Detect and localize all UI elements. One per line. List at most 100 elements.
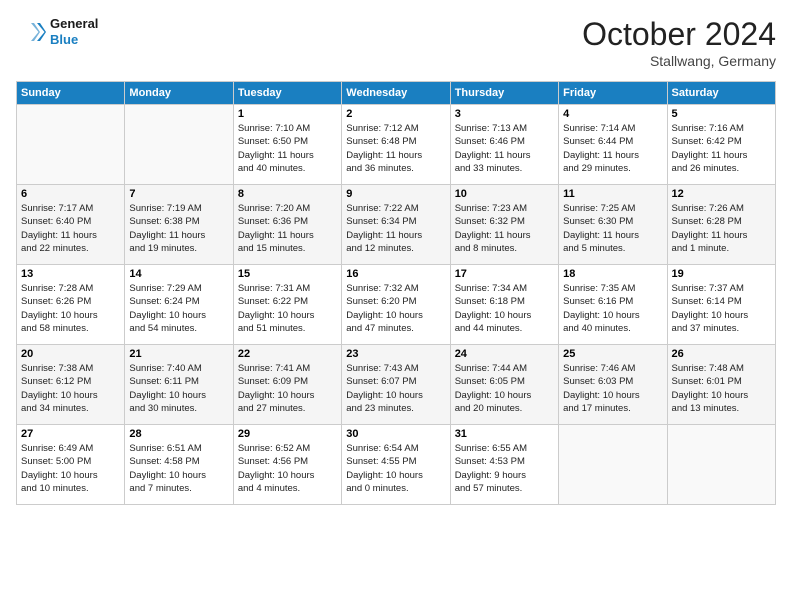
day-number: 21 bbox=[129, 348, 228, 360]
day-number: 6 bbox=[21, 188, 120, 200]
day-number: 1 bbox=[238, 108, 337, 120]
day-info: Sunrise: 6:55 AM Sunset: 4:53 PM Dayligh… bbox=[455, 442, 554, 495]
calendar-week-row: 1 Sunrise: 7:10 AM Sunset: 6:50 PM Daylig… bbox=[17, 105, 776, 185]
calendar-cell: 31 Sunrise: 6:55 AM Sunset: 4:53 PM Dayli… bbox=[450, 425, 558, 505]
logo-text: General Blue bbox=[50, 16, 98, 47]
day-number: 5 bbox=[672, 108, 771, 120]
weekday-header-cell: Tuesday bbox=[233, 82, 341, 105]
day-info: Sunrise: 7:34 AM Sunset: 6:18 PM Dayligh… bbox=[455, 282, 554, 335]
calendar-cell: 27 Sunrise: 6:49 AM Sunset: 5:00 PM Dayli… bbox=[17, 425, 125, 505]
calendar-cell: 26 Sunrise: 7:48 AM Sunset: 6:01 PM Dayli… bbox=[667, 345, 775, 425]
day-info: Sunrise: 6:52 AM Sunset: 4:56 PM Dayligh… bbox=[238, 442, 337, 495]
calendar-cell: 29 Sunrise: 6:52 AM Sunset: 4:56 PM Dayli… bbox=[233, 425, 341, 505]
day-info: Sunrise: 6:49 AM Sunset: 5:00 PM Dayligh… bbox=[21, 442, 120, 495]
calendar-cell: 1 Sunrise: 7:10 AM Sunset: 6:50 PM Daylig… bbox=[233, 105, 341, 185]
day-info: Sunrise: 7:43 AM Sunset: 6:07 PM Dayligh… bbox=[346, 362, 445, 415]
title-section: October 2024 Stallwang, Germany bbox=[582, 16, 776, 69]
day-number: 7 bbox=[129, 188, 228, 200]
day-number: 15 bbox=[238, 268, 337, 280]
calendar-cell: 14Sunrise: 7:29 AM Sunset: 6:24 PM Dayli… bbox=[125, 265, 233, 345]
calendar-week-row: 13Sunrise: 7:28 AM Sunset: 6:26 PM Dayli… bbox=[17, 265, 776, 345]
calendar-cell: 13Sunrise: 7:28 AM Sunset: 6:26 PM Dayli… bbox=[17, 265, 125, 345]
calendar-cell: 11Sunrise: 7:25 AM Sunset: 6:30 PM Dayli… bbox=[559, 185, 667, 265]
day-info: Sunrise: 7:13 AM Sunset: 6:46 PM Dayligh… bbox=[455, 122, 554, 175]
day-info: Sunrise: 7:16 AM Sunset: 6:42 PM Dayligh… bbox=[672, 122, 771, 175]
day-info: Sunrise: 7:22 AM Sunset: 6:34 PM Dayligh… bbox=[346, 202, 445, 255]
calendar-cell: 16 Sunrise: 7:32 AM Sunset: 6:20 PM Dayli… bbox=[342, 265, 450, 345]
day-info: Sunrise: 7:37 AM Sunset: 6:14 PM Dayligh… bbox=[672, 282, 771, 335]
day-number: 16 bbox=[346, 268, 445, 280]
location-title: Stallwang, Germany bbox=[582, 53, 776, 69]
day-number: 2 bbox=[346, 108, 445, 120]
day-info: Sunrise: 7:26 AM Sunset: 6:28 PM Dayligh… bbox=[672, 202, 771, 255]
day-number: 31 bbox=[455, 428, 554, 440]
weekday-header-cell: Saturday bbox=[667, 82, 775, 105]
weekday-header-row: SundayMondayTuesdayWednesdayThursdayFrid… bbox=[17, 82, 776, 105]
day-number: 20 bbox=[21, 348, 120, 360]
calendar-cell: 30 Sunrise: 6:54 AM Sunset: 4:55 PM Dayli… bbox=[342, 425, 450, 505]
calendar-cell: 28 Sunrise: 6:51 AM Sunset: 4:58 PM Dayli… bbox=[125, 425, 233, 505]
day-number: 19 bbox=[672, 268, 771, 280]
day-number: 29 bbox=[238, 428, 337, 440]
calendar-cell bbox=[667, 425, 775, 505]
calendar-week-row: 20Sunrise: 7:38 AM Sunset: 6:12 PM Dayli… bbox=[17, 345, 776, 425]
day-info: Sunrise: 7:32 AM Sunset: 6:20 PM Dayligh… bbox=[346, 282, 445, 335]
page-header: General Blue October 2024 Stallwang, Ger… bbox=[16, 16, 776, 69]
calendar-cell: 12 Sunrise: 7:26 AM Sunset: 6:28 PM Dayli… bbox=[667, 185, 775, 265]
day-info: Sunrise: 7:48 AM Sunset: 6:01 PM Dayligh… bbox=[672, 362, 771, 415]
month-title: October 2024 bbox=[582, 16, 776, 53]
calendar-cell: 20Sunrise: 7:38 AM Sunset: 6:12 PM Dayli… bbox=[17, 345, 125, 425]
day-info: Sunrise: 7:20 AM Sunset: 6:36 PM Dayligh… bbox=[238, 202, 337, 255]
calendar-cell: 10 Sunrise: 7:23 AM Sunset: 6:32 PM Dayli… bbox=[450, 185, 558, 265]
weekday-header-cell: Thursday bbox=[450, 82, 558, 105]
calendar-cell bbox=[125, 105, 233, 185]
calendar-cell: 15 Sunrise: 7:31 AM Sunset: 6:22 PM Dayli… bbox=[233, 265, 341, 345]
day-number: 22 bbox=[238, 348, 337, 360]
calendar-cell bbox=[559, 425, 667, 505]
day-number: 28 bbox=[129, 428, 228, 440]
calendar-cell bbox=[17, 105, 125, 185]
day-info: Sunrise: 7:31 AM Sunset: 6:22 PM Dayligh… bbox=[238, 282, 337, 335]
day-info: Sunrise: 7:10 AM Sunset: 6:50 PM Dayligh… bbox=[238, 122, 337, 175]
day-number: 10 bbox=[455, 188, 554, 200]
day-number: 13 bbox=[21, 268, 120, 280]
weekday-header-cell: Wednesday bbox=[342, 82, 450, 105]
day-number: 11 bbox=[563, 188, 662, 200]
logo: General Blue bbox=[16, 16, 98, 47]
calendar-cell: 2Sunrise: 7:12 AM Sunset: 6:48 PM Daylig… bbox=[342, 105, 450, 185]
day-number: 9 bbox=[346, 188, 445, 200]
calendar-cell: 6 Sunrise: 7:17 AM Sunset: 6:40 PM Daylig… bbox=[17, 185, 125, 265]
day-info: Sunrise: 7:17 AM Sunset: 6:40 PM Dayligh… bbox=[21, 202, 120, 255]
day-number: 17 bbox=[455, 268, 554, 280]
day-info: Sunrise: 7:23 AM Sunset: 6:32 PM Dayligh… bbox=[455, 202, 554, 255]
day-number: 18 bbox=[563, 268, 662, 280]
calendar-cell: 24Sunrise: 7:44 AM Sunset: 6:05 PM Dayli… bbox=[450, 345, 558, 425]
day-number: 12 bbox=[672, 188, 771, 200]
calendar-cell: 23 Sunrise: 7:43 AM Sunset: 6:07 PM Dayli… bbox=[342, 345, 450, 425]
day-number: 24 bbox=[455, 348, 554, 360]
day-info: Sunrise: 7:41 AM Sunset: 6:09 PM Dayligh… bbox=[238, 362, 337, 415]
day-number: 27 bbox=[21, 428, 120, 440]
logo-line1: General bbox=[50, 16, 98, 32]
day-number: 4 bbox=[563, 108, 662, 120]
calendar-cell: 18Sunrise: 7:35 AM Sunset: 6:16 PM Dayli… bbox=[559, 265, 667, 345]
calendar-cell: 4Sunrise: 7:14 AM Sunset: 6:44 PM Daylig… bbox=[559, 105, 667, 185]
logo-icon bbox=[16, 17, 46, 47]
logo-line2: Blue bbox=[50, 32, 98, 48]
calendar-cell: 17 Sunrise: 7:34 AM Sunset: 6:18 PM Dayli… bbox=[450, 265, 558, 345]
day-info: Sunrise: 6:51 AM Sunset: 4:58 PM Dayligh… bbox=[129, 442, 228, 495]
calendar-cell: 5 Sunrise: 7:16 AM Sunset: 6:42 PM Daylig… bbox=[667, 105, 775, 185]
day-number: 23 bbox=[346, 348, 445, 360]
calendar-cell: 19 Sunrise: 7:37 AM Sunset: 6:14 PM Dayli… bbox=[667, 265, 775, 345]
calendar-cell: 9 Sunrise: 7:22 AM Sunset: 6:34 PM Daylig… bbox=[342, 185, 450, 265]
calendar-cell: 21 Sunrise: 7:40 AM Sunset: 6:11 PM Dayli… bbox=[125, 345, 233, 425]
day-info: Sunrise: 6:54 AM Sunset: 4:55 PM Dayligh… bbox=[346, 442, 445, 495]
day-info: Sunrise: 7:40 AM Sunset: 6:11 PM Dayligh… bbox=[129, 362, 228, 415]
day-number: 30 bbox=[346, 428, 445, 440]
day-number: 26 bbox=[672, 348, 771, 360]
weekday-header-cell: Monday bbox=[125, 82, 233, 105]
day-number: 8 bbox=[238, 188, 337, 200]
weekday-header-cell: Sunday bbox=[17, 82, 125, 105]
weekday-header-cell: Friday bbox=[559, 82, 667, 105]
day-info: Sunrise: 7:19 AM Sunset: 6:38 PM Dayligh… bbox=[129, 202, 228, 255]
